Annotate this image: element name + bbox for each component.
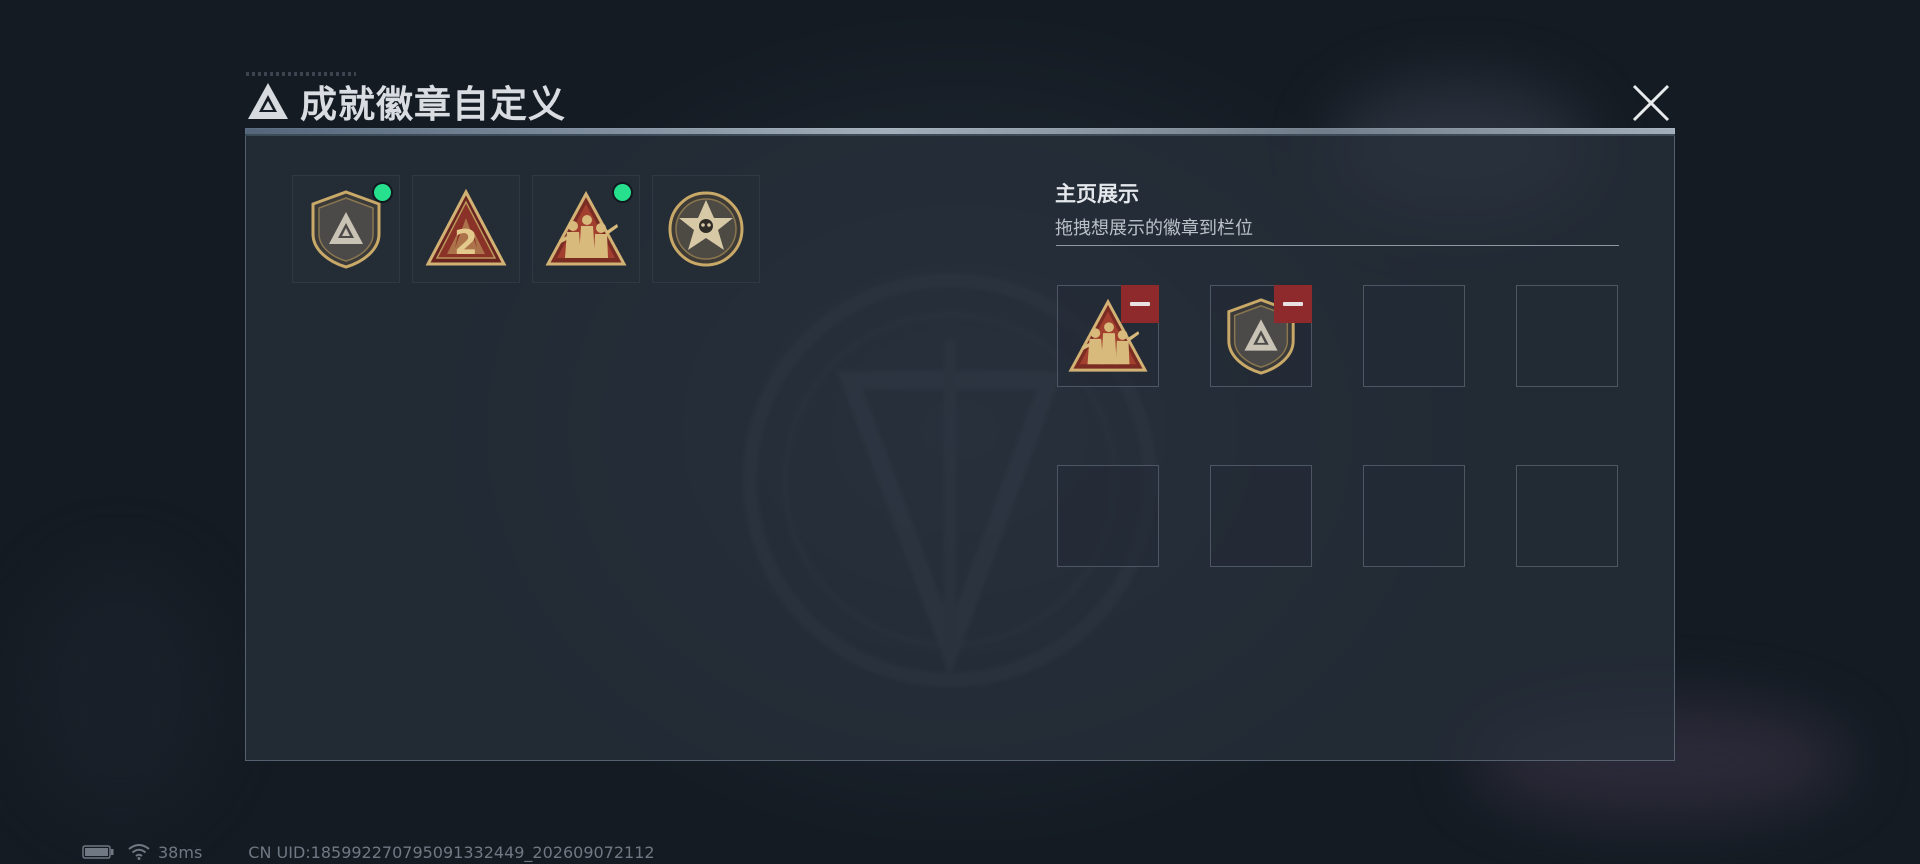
inventory-badge-slot[interactable]: [532, 175, 640, 283]
close-icon: [1632, 84, 1670, 122]
svg-text:2: 2: [454, 223, 478, 263]
display-section-hint: 拖拽想展示的徽章到栏位: [1055, 218, 1253, 239]
panel-header: 成就徽章自定义: [246, 76, 566, 126]
soldiers-triangle-badge-icon: [545, 190, 627, 266]
panel-top-border-shadow: [245, 134, 1675, 136]
display-slot-7[interactable]: [1363, 465, 1465, 567]
player-uid: CN UID:185992270795091332449_20260907211…: [248, 842, 655, 862]
remove-badge-button[interactable]: [1121, 285, 1159, 323]
close-button[interactable]: [1628, 80, 1674, 126]
remove-badge-button[interactable]: [1274, 285, 1312, 323]
wifi-icon: [128, 844, 150, 860]
display-slot-1[interactable]: [1057, 285, 1159, 387]
display-section-title: 主页展示: [1055, 182, 1139, 206]
panel-title: 成就徽章自定义: [300, 83, 566, 126]
display-slot-8[interactable]: [1516, 465, 1618, 567]
skull-star-badge-icon: [668, 191, 744, 267]
display-slot-6[interactable]: [1210, 465, 1312, 567]
display-slot-3[interactable]: [1363, 285, 1465, 387]
inventory-badge-slot[interactable]: [292, 175, 400, 283]
badge-inventory: 2: [292, 175, 760, 283]
display-divider: [1056, 245, 1619, 246]
inventory-badge-slot[interactable]: [652, 175, 760, 283]
new-badge-indicator: [614, 184, 631, 201]
display-slot-2[interactable]: [1210, 285, 1312, 387]
battery-icon: [82, 845, 114, 859]
display-slot-4[interactable]: [1516, 285, 1618, 387]
backdrop-blur-3: [20, 560, 220, 820]
minus-icon: [1130, 302, 1150, 306]
display-slot-5[interactable]: [1057, 465, 1159, 567]
display-slot-grid: [1057, 285, 1618, 567]
ping-readout: 38ms: [158, 842, 203, 862]
new-badge-indicator: [374, 184, 391, 201]
shield-triangle-badge-icon: [311, 190, 381, 269]
display-section-header: 主页展示 拖拽想展示的徽章到栏位: [1055, 178, 1619, 240]
delta-logo-icon: [248, 83, 288, 119]
inventory-badge-slot[interactable]: 2: [412, 175, 520, 283]
minus-icon: [1283, 302, 1303, 306]
flame-two-badge-icon: 2: [425, 188, 507, 266]
status-bar: 38ms CN UID:185992270795091332449_202609…: [82, 842, 655, 862]
game-screen: 成就徽章自定义 2 主页展示 拖拽想展示的徽章到栏位 38ms CN UID:1…: [0, 0, 1920, 864]
